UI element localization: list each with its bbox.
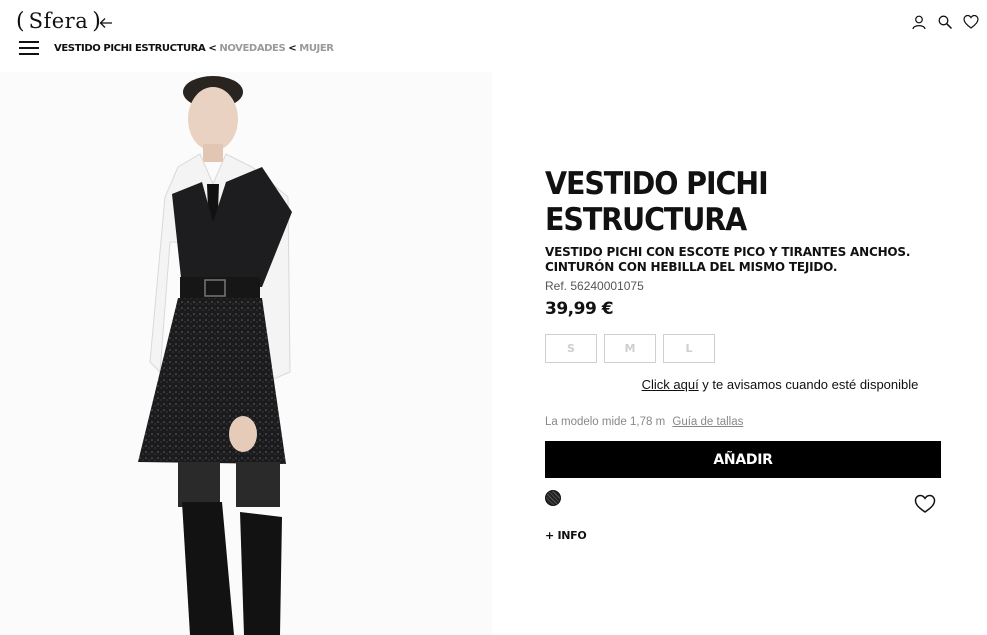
search-icon[interactable] xyxy=(937,14,953,30)
breadcrumb-novedades[interactable]: NOVEDADES xyxy=(219,43,285,54)
menu-bar xyxy=(19,53,39,55)
model-photo xyxy=(0,72,492,635)
menu-bar xyxy=(19,41,39,43)
more-info-link[interactable]: + INFO xyxy=(545,529,587,542)
size-option-m[interactable]: M xyxy=(604,334,656,363)
user-icon[interactable] xyxy=(911,14,927,30)
product-details: VESTIDO PICHI ESTRUCTURA VESTIDO PICHI C… xyxy=(545,166,945,544)
sfera-logo[interactable]: ( Sfera ) xyxy=(16,6,101,36)
breadcrumb: VESTIDO PICHI ESTRUCTURA < NOVEDADES < MUJER xyxy=(54,43,334,54)
logo-word: Sfera xyxy=(28,9,89,33)
logo-paren-open: ( xyxy=(16,8,25,34)
color-swatch[interactable] xyxy=(545,490,561,506)
product-title: VESTIDO PICHI ESTRUCTURA xyxy=(545,166,769,238)
breadcrumb-mujer[interactable]: MUJER xyxy=(299,43,334,54)
wishlist-heart-icon[interactable] xyxy=(914,494,936,514)
menu-bar xyxy=(19,47,39,49)
back-arrow-icon[interactable] xyxy=(99,16,113,30)
stock-notify: Click aquí y te avisamos cuando esté dis… xyxy=(545,377,985,392)
product-ref: Ref. 56240001075 xyxy=(545,279,644,293)
size-option-l[interactable]: L xyxy=(663,334,715,363)
product-description: VESTIDO PICHI CON ESCOTE PICO Y TIRANTES… xyxy=(545,245,911,274)
heart-icon[interactable] xyxy=(963,14,979,30)
product-price: 39,99 € xyxy=(545,299,614,319)
model-height: La modelo mide 1,78 m xyxy=(545,416,666,428)
color-row xyxy=(545,490,945,526)
size-guide-link[interactable]: Guía de tallas xyxy=(672,416,743,428)
add-to-cart-button[interactable]: AÑADIR xyxy=(545,441,941,478)
size-selector: S M L xyxy=(545,334,945,363)
notify-link[interactable]: Click aquí xyxy=(642,377,699,392)
product-image[interactable] xyxy=(0,72,492,635)
header-actions xyxy=(911,14,979,30)
menu-icon[interactable] xyxy=(19,41,39,55)
notify-text: y te avisamos cuando esté disponible xyxy=(698,377,919,392)
model-info-row: La modelo mide 1,78 m Guía de tallas xyxy=(545,416,945,428)
size-option-s[interactable]: S xyxy=(545,334,597,363)
breadcrumb-current: VESTIDO PICHI ESTRUCTURA xyxy=(54,43,206,54)
breadcrumb-separator: < xyxy=(208,43,217,54)
breadcrumb-separator: < xyxy=(288,43,297,54)
